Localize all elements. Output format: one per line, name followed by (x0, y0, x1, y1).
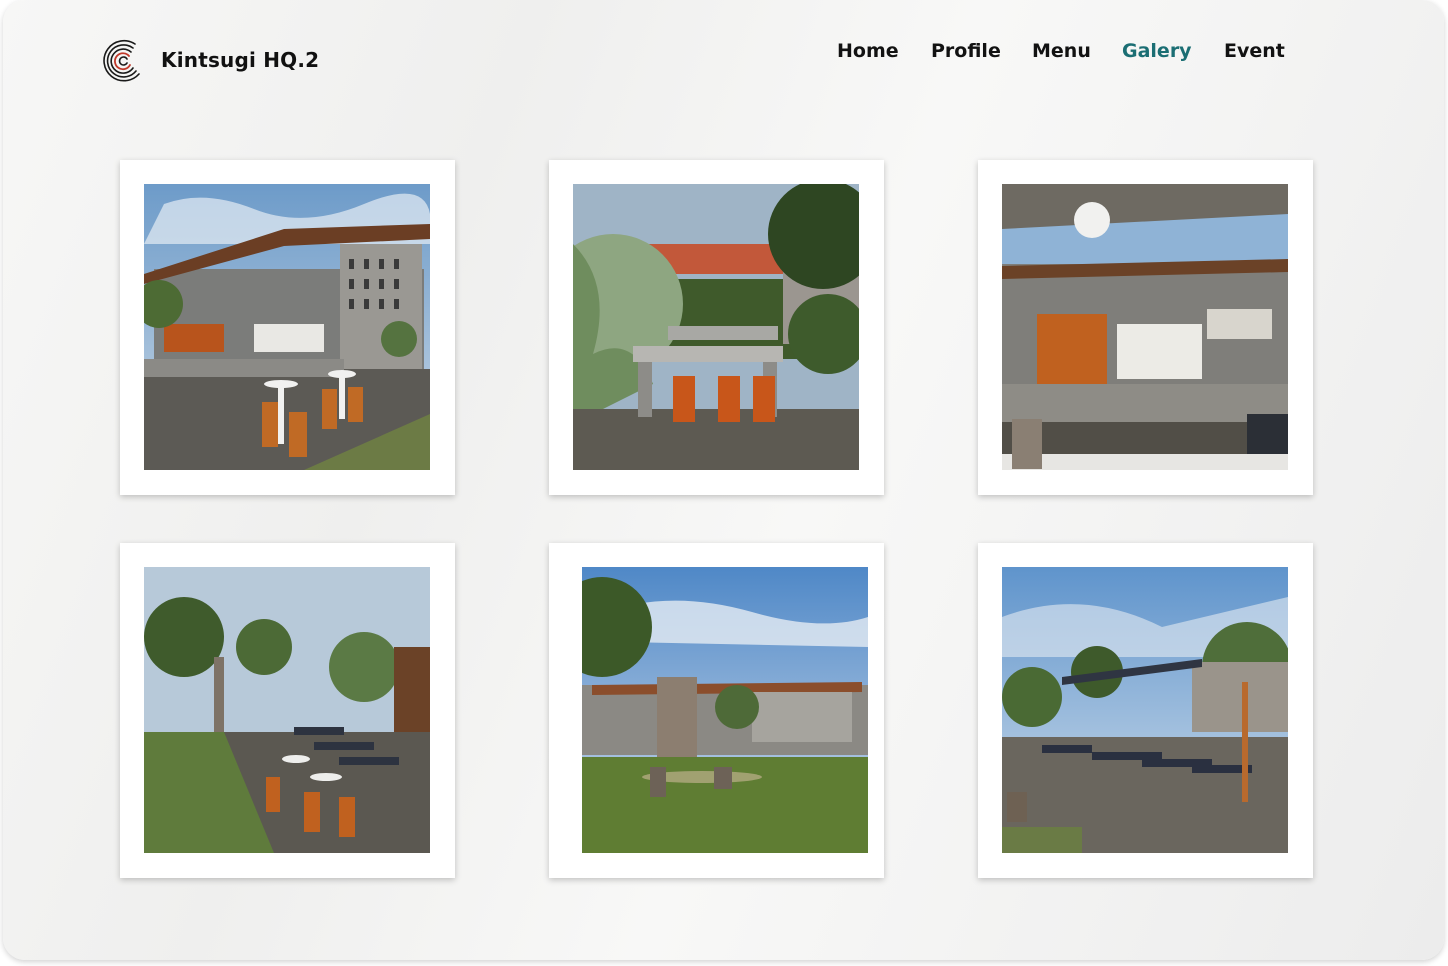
nav-home[interactable]: Home (837, 40, 899, 62)
nav-menu[interactable]: Menu (1032, 40, 1091, 62)
gallery-photo[interactable] (1002, 184, 1288, 470)
gallery-card (549, 543, 884, 878)
gallery-photo[interactable] (582, 567, 868, 853)
gallery-photo[interactable] (1002, 567, 1288, 853)
gallery-card (978, 543, 1313, 878)
gallery-card (120, 543, 455, 878)
gallery-photo[interactable] (144, 184, 430, 470)
nav-galery[interactable]: Galery (1122, 40, 1192, 62)
nav-profile[interactable]: Profile (931, 40, 1001, 62)
page-frame: Kintsugi HQ.2 Home Profile Menu Galery E… (3, 0, 1444, 960)
gallery-card (120, 160, 455, 495)
gallery-photo[interactable] (573, 184, 859, 470)
gallery-photo[interactable] (144, 567, 430, 853)
nav-event[interactable]: Event (1224, 40, 1285, 62)
gallery-card (549, 160, 884, 495)
main-nav: Home Profile Menu Galery Event (3, 40, 1444, 66)
gallery-card (978, 160, 1313, 495)
